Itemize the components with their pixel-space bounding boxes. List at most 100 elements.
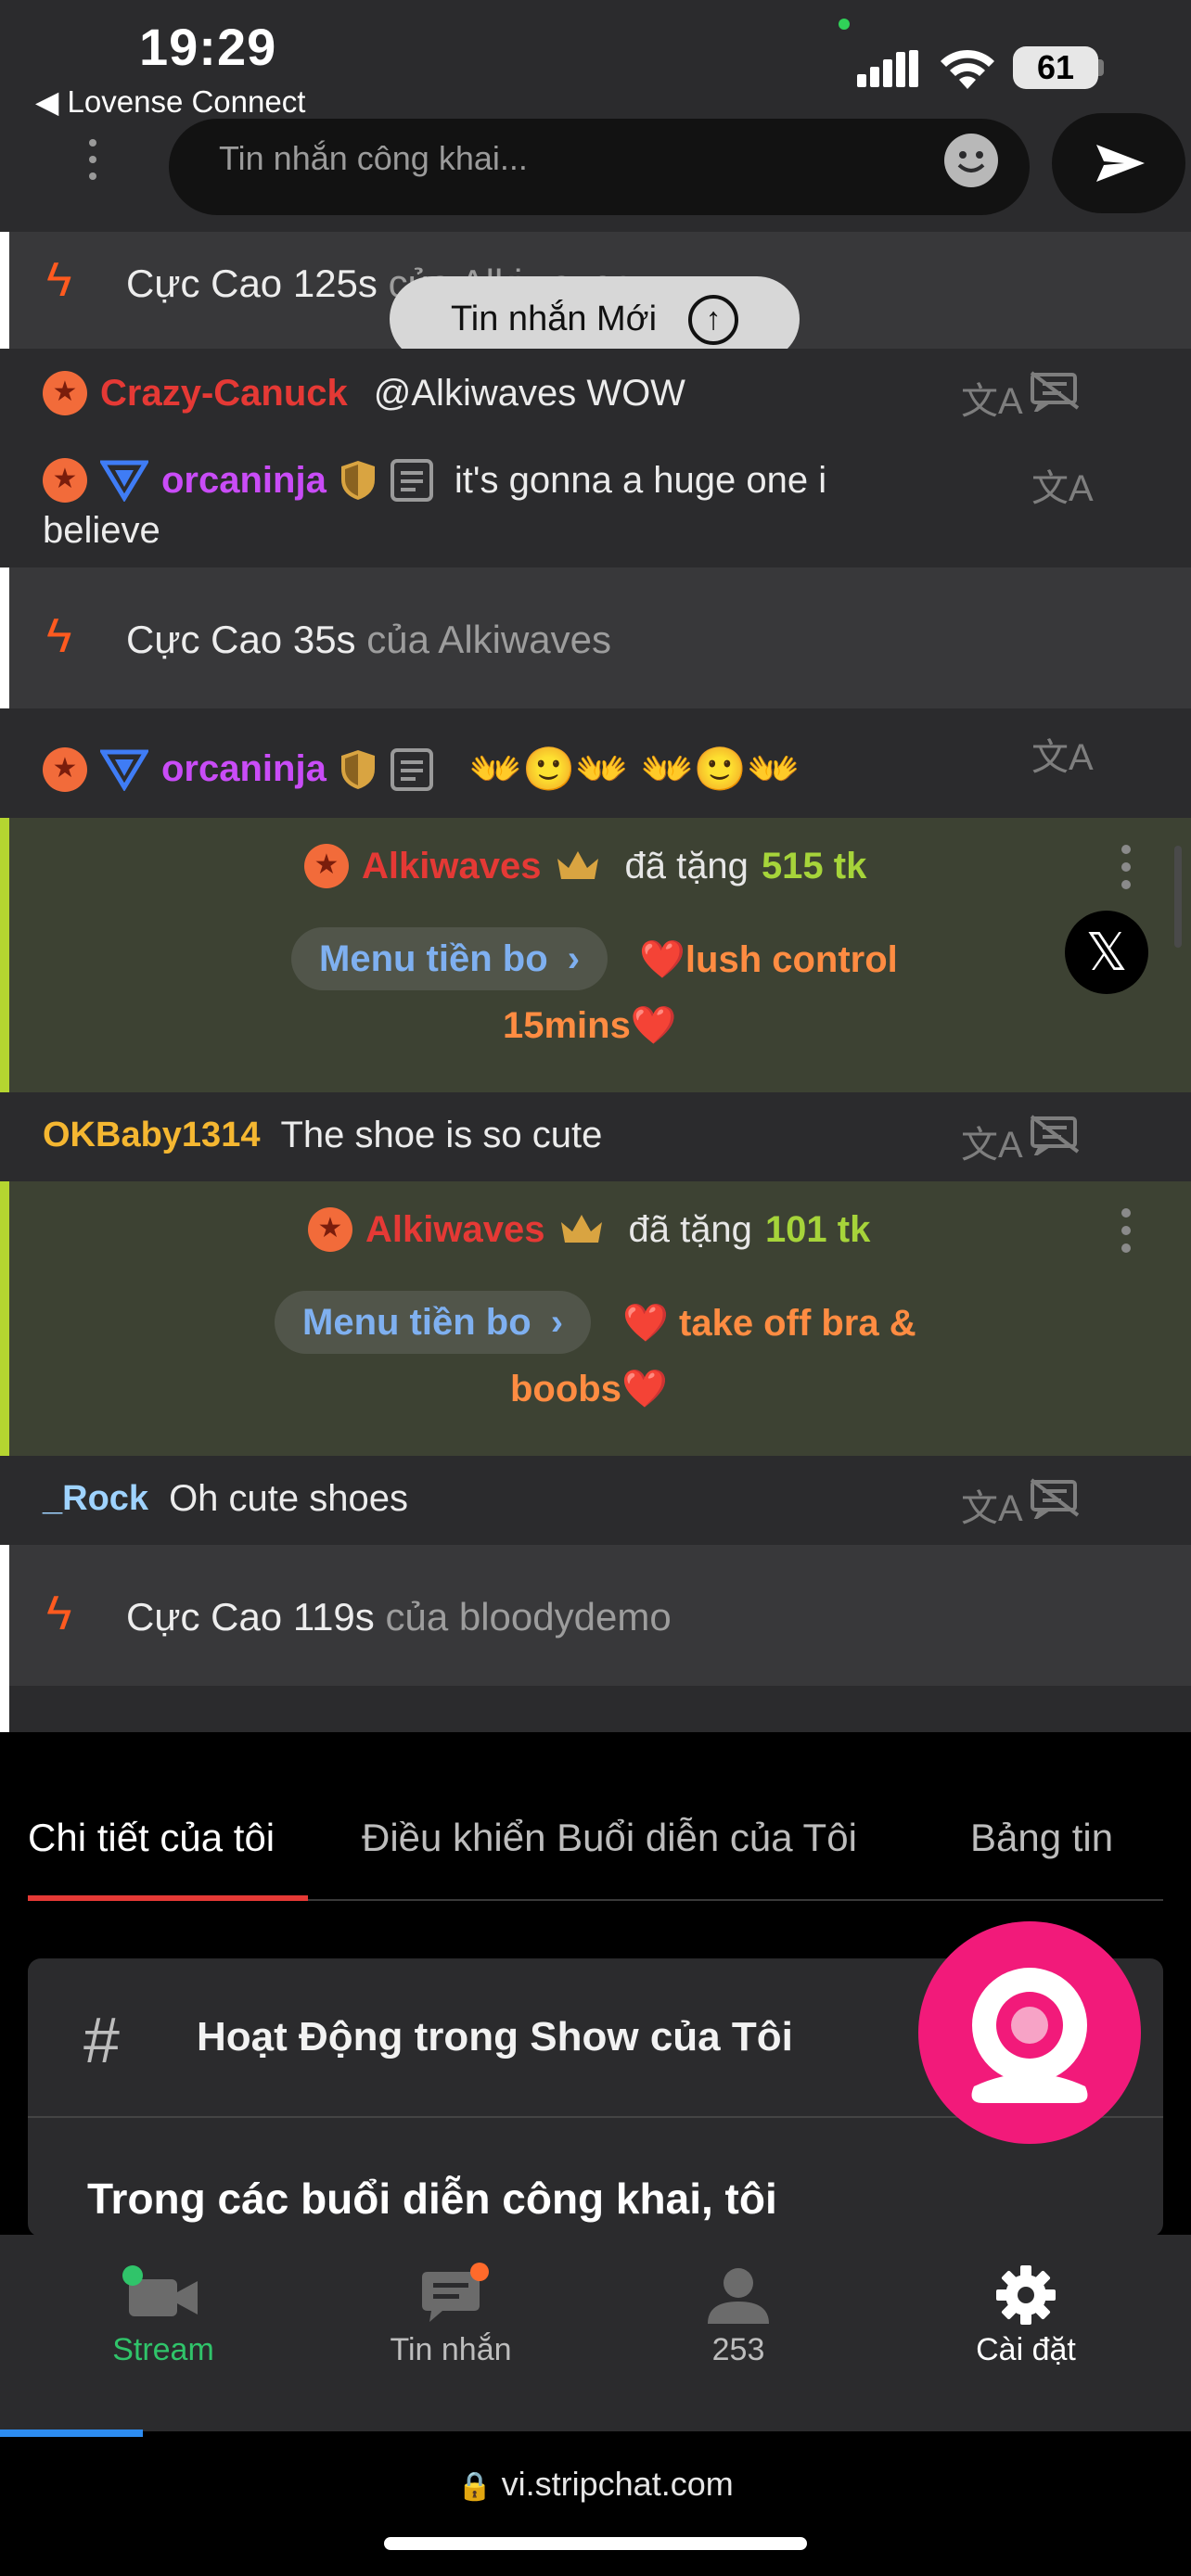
status-time: 19:29: [139, 18, 277, 76]
user-level-badge-icon: [43, 458, 87, 503]
video-camera-icon: [122, 2265, 198, 2316]
notes-icon: [390, 459, 433, 502]
nav-messages[interactable]: Tin nhắn: [358, 2263, 544, 2368]
nav-stream[interactable]: Stream: [70, 2263, 256, 2368]
wifi-icon: [941, 49, 994, 89]
battery-tip: [1098, 59, 1104, 76]
nav-settings-label: Cài đặt: [976, 2332, 1076, 2367]
chat-message-row: orcaninja it's gonna a huge one i: [43, 458, 826, 503]
system-row-marker: [0, 232, 9, 349]
chat-message-group: OKBaby1314 The shoe is so cute 文A: [0, 1092, 1191, 1181]
chat-message-group: _Rock Oh cute shoes 文A: [0, 1456, 1191, 1545]
privacy-indicator-dot: [839, 19, 850, 30]
username-link[interactable]: _Rock: [43, 1479, 148, 1519]
tip-menu-item: ❤️ take off bra &: [622, 1302, 916, 1344]
username-link[interactable]: orcaninja: [161, 460, 327, 502]
public-message-placeholder: Tin nhắn công khai...: [219, 139, 528, 177]
send-button[interactable]: [1052, 113, 1185, 213]
translate-icon[interactable]: 文A: [961, 371, 1023, 425]
hide-message-icon[interactable]: [1030, 371, 1080, 416]
card-subtitle: Trong các buổi diễn công khai, tôi: [87, 2174, 777, 2223]
username-link[interactable]: Alkiwaves: [362, 846, 541, 887]
message-text: it's gonna a huge one i: [454, 459, 827, 501]
translate-icon[interactable]: 文A: [961, 1478, 1023, 1532]
username-link[interactable]: orcaninja: [161, 748, 327, 790]
username-link[interactable]: OKBaby1314: [43, 1116, 260, 1155]
chat-message-row: orcaninja 👐🙂👐 👐🙂👐: [43, 744, 800, 795]
message-text: The shoe is so cute: [280, 1115, 603, 1155]
translate-icon[interactable]: 文A: [1031, 727, 1094, 781]
webcam-icon: [971, 1968, 1088, 2103]
tip-more-icon[interactable]: [1121, 1207, 1132, 1258]
shield-icon: [340, 749, 375, 789]
tip-message: Alkiwaves đã tặng 515 tk Menu tiền bo › …: [0, 818, 1191, 1092]
chat-message-group: orcaninja 👐🙂👐 👐🙂👐 文A: [0, 708, 1191, 818]
cellular-signal-icon: [857, 50, 918, 87]
system-message-text: Cực Cao 35s của Alkiwaves: [126, 618, 612, 661]
browser-url-bar: [0, 2437, 1191, 2576]
page-load-progress: [0, 2429, 143, 2437]
message-text-continued: believe: [43, 510, 160, 551]
webcam-button[interactable]: [918, 1921, 1141, 2144]
user-level-badge-icon: [43, 746, 87, 792]
tab-show-controls[interactable]: Điều khiển Buổi diễn của Tôi: [362, 1816, 857, 1860]
x-share-icon[interactable]: 𝕏: [1065, 911, 1148, 994]
tip-menu-item: ❤️lush control: [639, 938, 898, 980]
tab-my-details[interactable]: Chi tiết của tôi: [28, 1816, 275, 1860]
user-level-badge-icon: [308, 1207, 352, 1252]
system-row-marker: [0, 567, 9, 708]
user-level-badge-icon: [304, 844, 349, 888]
tip-menu-item-continued: boobs❤️: [510, 1369, 668, 1409]
shield-icon: [340, 461, 375, 500]
ultimate-badge-icon: [100, 749, 148, 791]
system-row-marker: [0, 1545, 9, 1686]
username-link[interactable]: Crazy-Canuck: [100, 373, 348, 414]
emoji-icon[interactable]: [944, 134, 998, 187]
chat-message-partial: [0, 1686, 1191, 1732]
chat-message-row: Crazy-Canuck @Alkiwaves WOW: [43, 371, 685, 415]
card-title[interactable]: Hoạt Động trong Show của Tôi: [197, 2014, 793, 2060]
crown-icon: [561, 1215, 603, 1243]
tip-amount: 515 tk: [761, 845, 867, 886]
nav-settings[interactable]: Cài đặt: [933, 2263, 1119, 2368]
chat-bubble-icon: [422, 2263, 489, 2322]
home-indicator[interactable]: [384, 2537, 807, 2550]
tip-message: Alkiwaves đã tặng 101 tk Menu tiền bo › …: [0, 1181, 1191, 1456]
arrow-up-circle-icon: ↑: [688, 295, 738, 345]
tip-header: Alkiwaves đã tặng 101 tk: [308, 1207, 870, 1252]
tip-menu-button[interactable]: Menu tiền bo ›: [275, 1291, 592, 1354]
battery-indicator: 61: [1013, 46, 1098, 89]
lightning-icon: ϟ: [46, 253, 72, 307]
system-message-text: Cực Cao 119s của bloodydemo: [126, 1595, 672, 1639]
gave-text: đã tặng: [628, 1208, 752, 1250]
chat-message-group: Crazy-Canuck @Alkiwaves WOW 文A orcaninja…: [0, 349, 1191, 567]
active-tab-indicator: [28, 1895, 308, 1901]
hashtag-icon: #: [83, 2004, 120, 2076]
message-text: Oh cute shoes: [169, 1478, 408, 1519]
chat-more-icon[interactable]: [87, 139, 98, 189]
hide-message-icon[interactable]: [1030, 1478, 1080, 1524]
tip-amount: 101 tk: [764, 1208, 871, 1250]
lock-icon: 🔒: [457, 2471, 493, 2502]
tip-menu-button[interactable]: Menu tiền bo ›: [291, 927, 608, 990]
url-field[interactable]: 🔒 vi.stripchat.com: [0, 2465, 1191, 2504]
nav-stream-label: Stream: [112, 2332, 214, 2367]
system-message-row: ϟ Cực Cao 119s của bloodydemo: [0, 1545, 1191, 1686]
crown-icon: [557, 851, 599, 879]
lightning-icon: ϟ: [46, 1587, 72, 1640]
translate-icon[interactable]: 文A: [961, 1115, 1023, 1168]
tab-feed[interactable]: Bảng tin: [970, 1816, 1113, 1860]
translate-icon[interactable]: 文A: [1031, 458, 1094, 512]
lightning-icon: ϟ: [46, 609, 72, 663]
back-to-app-link[interactable]: ◀ Lovense Connect: [35, 83, 305, 120]
message-text: @Alkiwaves WOW: [373, 372, 685, 414]
chat-scrollbar[interactable]: [1174, 846, 1182, 948]
notes-icon: [390, 747, 433, 791]
hide-message-icon[interactable]: [1030, 1115, 1080, 1160]
tip-menu-row: Menu tiền bo › ❤️ take off bra &: [275, 1291, 916, 1354]
tip-more-icon[interactable]: [1121, 844, 1132, 895]
nav-followers-count: 253: [711, 2332, 765, 2367]
nav-followers[interactable]: 253: [646, 2263, 831, 2368]
username-link[interactable]: Alkiwaves: [365, 1209, 544, 1251]
system-row-marker: [0, 1686, 9, 1732]
